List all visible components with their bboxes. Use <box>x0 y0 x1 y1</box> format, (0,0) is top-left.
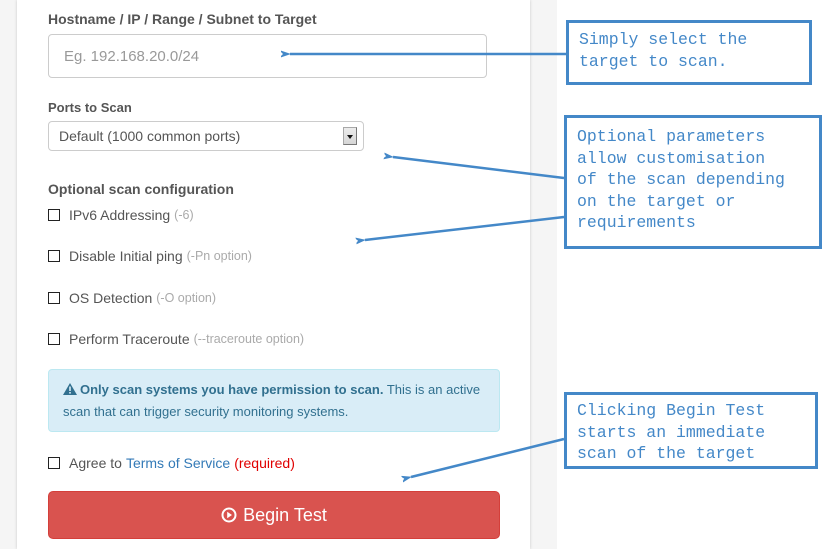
alert-bold-text: Only scan systems you have permission to… <box>80 382 384 397</box>
optional-config-label: Optional scan configuration <box>48 181 234 197</box>
begin-test-button[interactable]: Begin Test <box>48 491 500 539</box>
ipv6-checkbox[interactable] <box>48 209 60 221</box>
option-label: Disable Initial ping <box>69 248 183 264</box>
os-detection-checkbox[interactable] <box>48 292 60 304</box>
annotation-select-target: Simply select the target to scan. <box>566 20 812 85</box>
option-label: Perform Traceroute <box>69 331 190 347</box>
agree-terms-row[interactable]: Agree to Terms of Service (required) <box>48 455 295 471</box>
annotation-begin-test: Clicking Begin Test starts an immediate … <box>564 392 818 469</box>
option-hint: (--traceroute option) <box>193 332 305 346</box>
option-traceroute[interactable]: Perform Traceroute (--traceroute option) <box>48 331 304 347</box>
page-background-left <box>0 0 17 549</box>
target-label: Hostname / IP / Range / Subnet to Target <box>48 11 317 27</box>
ports-selected-value: Default (1000 common ports) <box>59 128 241 144</box>
dropdown-arrow-icon[interactable] <box>343 127 357 145</box>
annotation-optional-params: Optional parameters allow customisation … <box>564 115 822 249</box>
disable-ping-checkbox[interactable] <box>48 250 60 262</box>
terms-of-service-link[interactable]: Terms of Service <box>126 455 230 471</box>
warning-icon <box>63 383 77 395</box>
target-input[interactable] <box>48 34 487 78</box>
begin-test-label: Begin Test <box>243 504 327 525</box>
play-circle-icon <box>221 507 237 523</box>
traceroute-checkbox[interactable] <box>48 333 60 345</box>
page-background-gutter <box>530 0 557 549</box>
option-disable-ping[interactable]: Disable Initial ping (-Pn option) <box>48 248 252 264</box>
option-hint: (-O option) <box>156 291 217 305</box>
required-marker: (required) <box>234 455 295 471</box>
permission-alert: Only scan systems you have permission to… <box>48 369 500 432</box>
option-hint: (-6) <box>174 208 194 222</box>
agree-prefix: Agree to <box>69 455 122 471</box>
ports-label: Ports to Scan <box>48 100 132 115</box>
option-label: OS Detection <box>69 290 153 306</box>
ports-select[interactable]: Default (1000 common ports) <box>48 121 364 151</box>
agree-checkbox[interactable] <box>48 457 60 469</box>
option-label: IPv6 Addressing <box>69 207 171 223</box>
option-ipv6[interactable]: IPv6 Addressing (-6) <box>48 207 194 223</box>
option-hint: (-Pn option) <box>186 249 252 263</box>
option-os-detection[interactable]: OS Detection (-O option) <box>48 290 216 306</box>
